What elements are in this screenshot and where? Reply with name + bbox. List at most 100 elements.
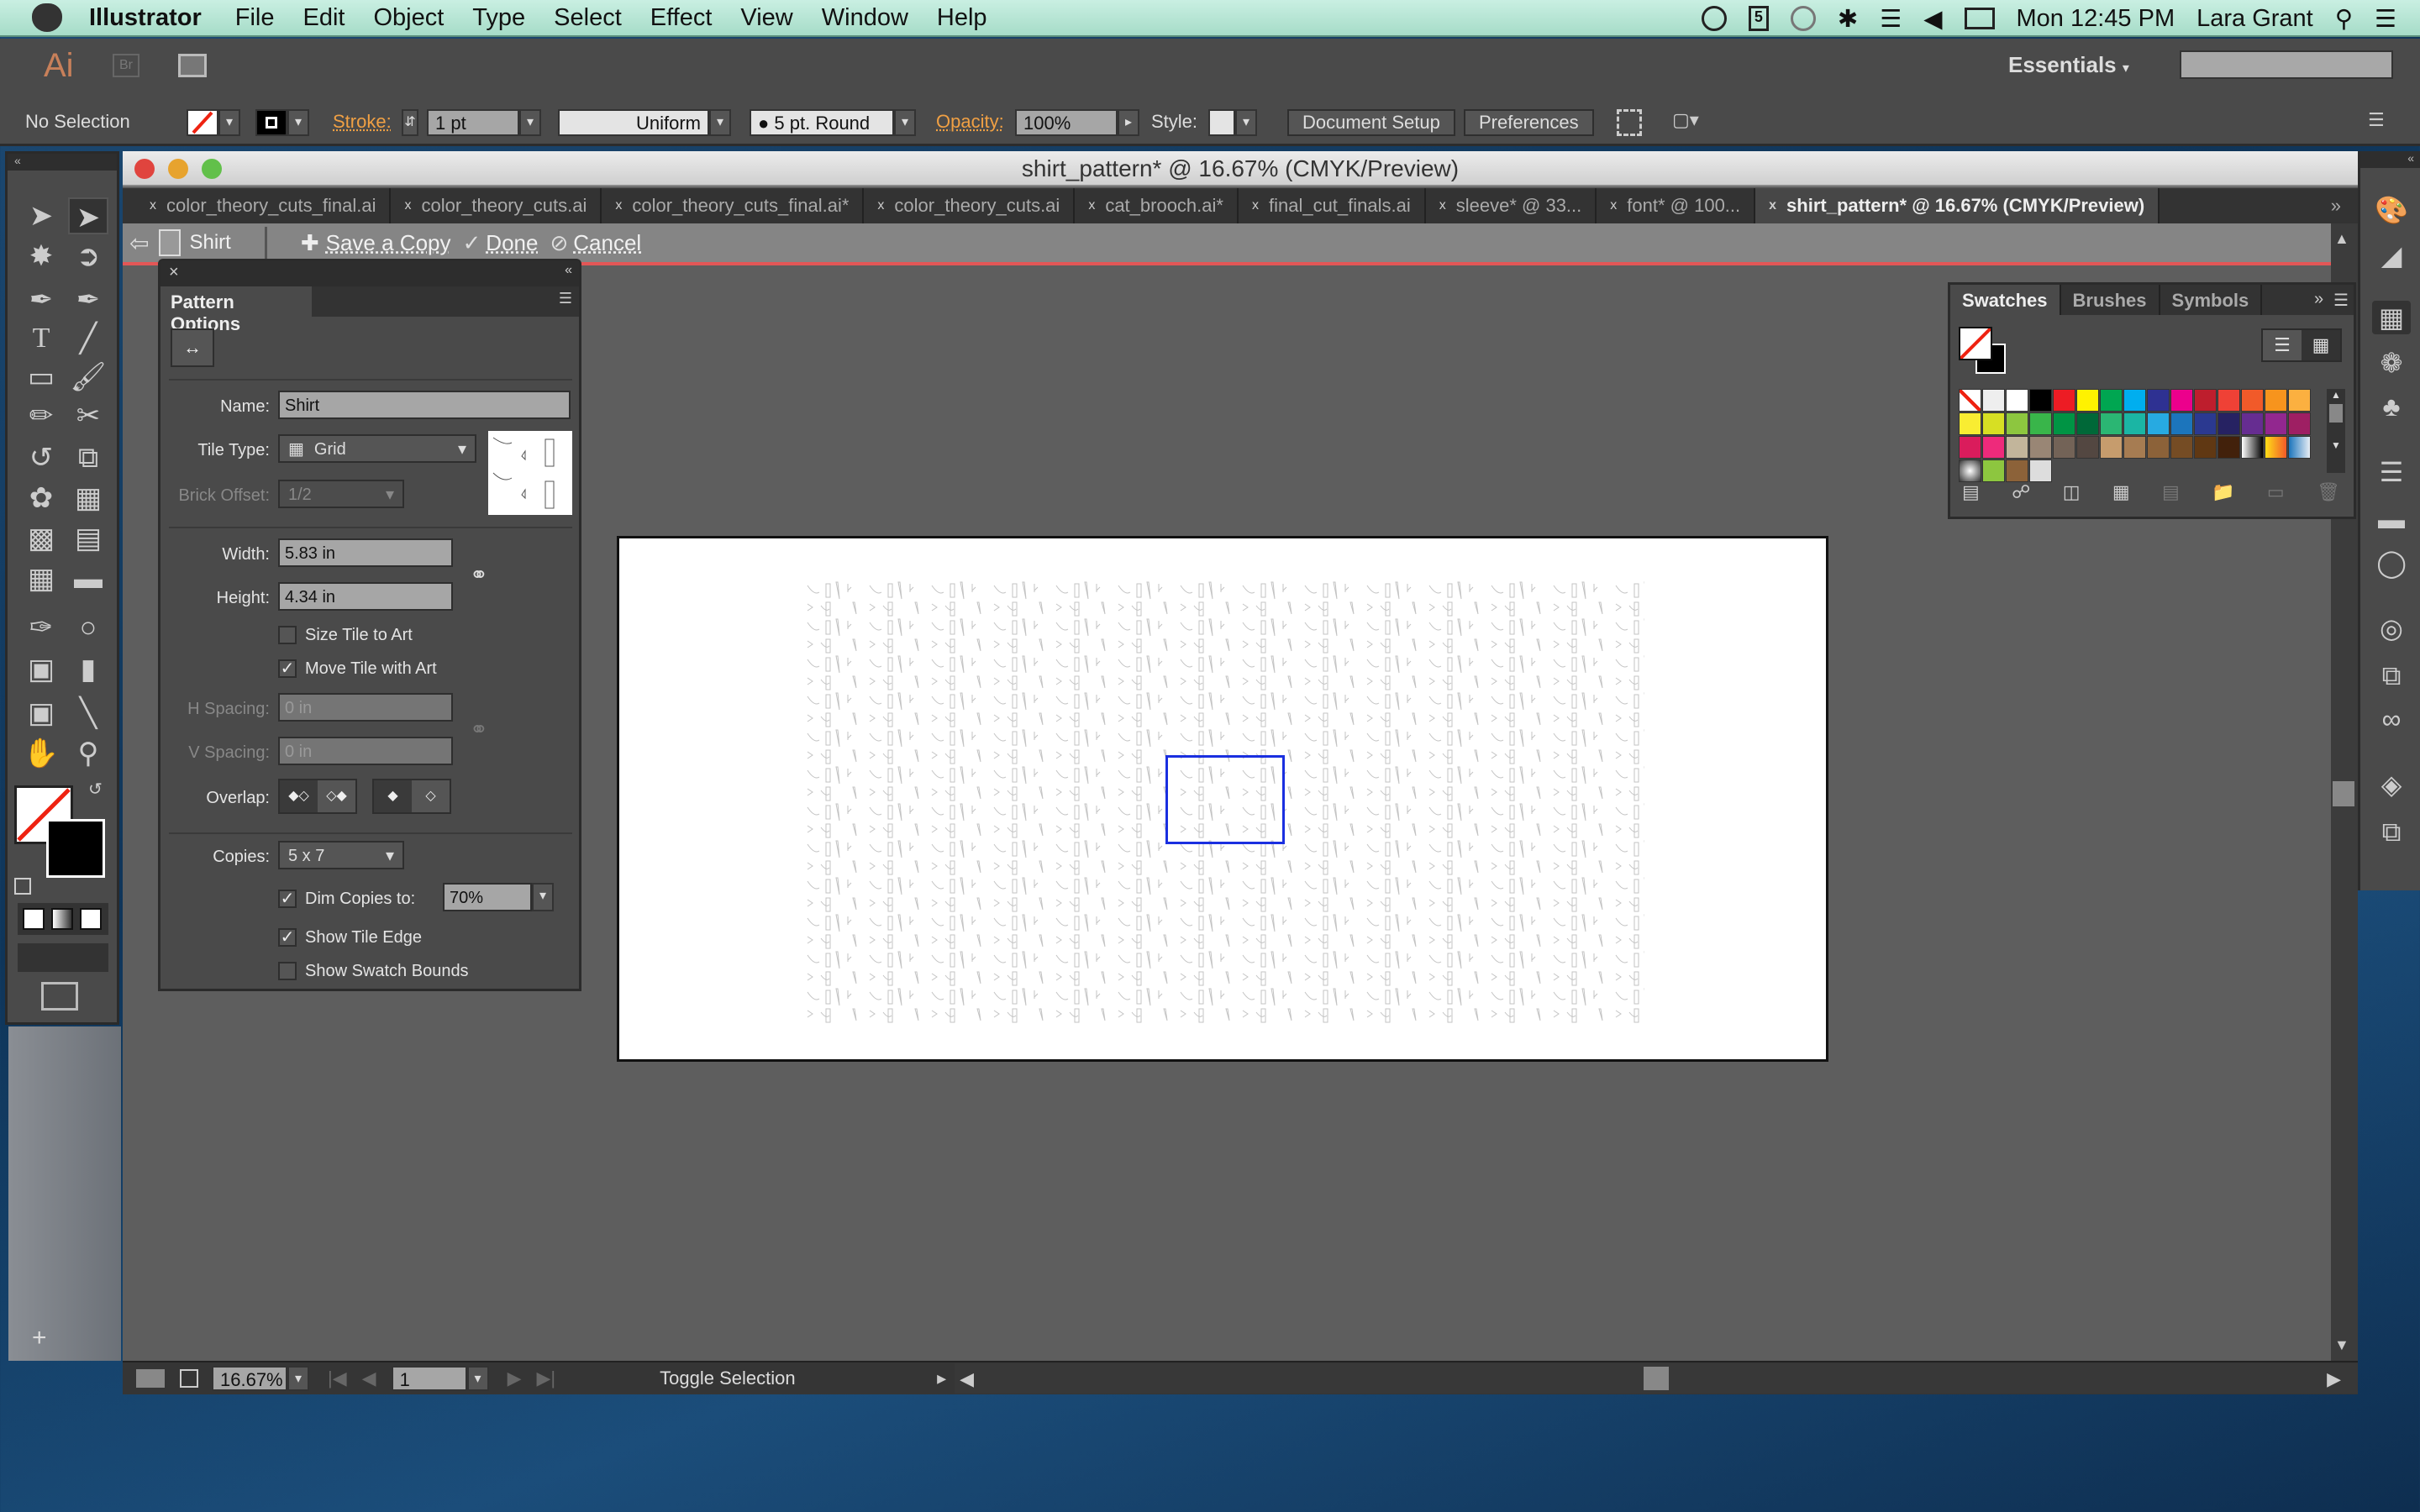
swatch-color[interactable] [2029, 412, 2052, 435]
swatch-color[interactable] [1959, 436, 1981, 459]
swatch-color[interactable] [2170, 389, 2193, 412]
tab-cat-brooch[interactable]: x cat_brooch.ai* [1075, 188, 1239, 223]
brush-definition[interactable]: ● 5 pt. Round [750, 109, 894, 136]
new-color-group-icon[interactable]: 📁 [2212, 481, 2234, 507]
symbols-panel-icon[interactable]: ♣ [2372, 390, 2411, 423]
user-name[interactable]: Lara Grant [2196, 5, 2313, 33]
swatch-color[interactable] [1982, 436, 2005, 459]
swatch-color[interactable] [2194, 389, 2217, 412]
swatch-color[interactable] [2123, 436, 2146, 459]
name-field[interactable]: Shirt [278, 391, 571, 419]
swatch-color[interactable] [2265, 389, 2287, 412]
bottom-in-front-icon[interactable]: ◇ [412, 780, 450, 812]
color-panel-icon[interactable]: 🎨 [2372, 193, 2411, 227]
swatch-color[interactable] [2006, 389, 2028, 412]
pattern-tile-edge[interactable] [1165, 755, 1285, 844]
show-swatch-bounds-checkbox[interactable] [278, 962, 297, 980]
swatch-color[interactable] [2053, 436, 2075, 459]
panel-menu-icon[interactable]: ☰ [2328, 285, 2354, 315]
tab-color-theory-cuts-2[interactable]: x color_theory_cuts.ai [864, 188, 1076, 223]
isolate-selection-icon[interactable]: ▢▾ [1672, 109, 1699, 136]
fill-none-swatch[interactable] [1959, 327, 1992, 360]
mesh-tool-icon[interactable]: ▦ [21, 560, 61, 597]
status-text[interactable]: Toggle Selection [660, 1368, 912, 1389]
swap-colors-icon[interactable]: ↺ [88, 779, 103, 800]
html5-icon[interactable]: 5 [1748, 6, 1769, 31]
minimize-window-button[interactable] [168, 159, 188, 179]
collapse-panel-icon[interactable]: « [565, 263, 572, 278]
artboard-number-field[interactable]: 1 [391, 1366, 467, 1391]
opacity-arrow[interactable]: ▸ [1118, 109, 1139, 136]
swatch-gradient[interactable] [2265, 436, 2287, 459]
swatch-color[interactable] [2217, 389, 2240, 412]
tab-sleeve[interactable]: x sleeve* @ 33... [1426, 188, 1597, 223]
layers-panel-icon[interactable]: ◈ [2372, 768, 2411, 801]
pen-tool-icon[interactable]: ✒ [21, 281, 61, 318]
blend-tool-icon[interactable]: ○ [68, 609, 108, 646]
variable-width-profile[interactable]: Uniform [558, 109, 709, 136]
artboard-tool-icon[interactable]: ▣ [21, 695, 61, 732]
gradient-tool-icon[interactable]: ▬ [68, 560, 108, 597]
save-a-copy-button[interactable]: Save a Copy [326, 230, 451, 256]
creative-cloud-icon[interactable] [1701, 6, 1727, 31]
swatch-pattern[interactable] [2029, 459, 2052, 482]
scissors-tool-icon[interactable]: ✂ [68, 397, 108, 434]
menu-app[interactable]: Illustrator [89, 4, 202, 32]
swatches-panel-icon[interactable]: ▦ [2372, 301, 2411, 334]
close-window-button[interactable] [134, 159, 155, 179]
line-tool-icon[interactable]: ╱ [68, 320, 108, 357]
artboard[interactable] [617, 536, 1828, 1062]
cc-library-folder-icon[interactable]: ◫ [2063, 481, 2081, 507]
bluetooth-icon[interactable]: ✱ [1838, 4, 1858, 34]
stroke-dropdown[interactable]: ▾ [287, 109, 309, 136]
swatch-color[interactable] [2006, 412, 2028, 435]
volume-icon[interactable]: ◀ [1923, 4, 1942, 34]
swatch-gradient[interactable] [2288, 436, 2311, 459]
apple-menu-icon[interactable] [32, 3, 62, 32]
close-panel-icon[interactable]: × [169, 263, 179, 282]
column-graph-tool-icon[interactable]: ▮ [68, 651, 108, 688]
copies-select[interactable]: 5 x 7 ▾ [278, 841, 404, 869]
tab-shirt-pattern[interactable]: x shirt_pattern* @ 16.67% (CMYK/Preview) [1755, 188, 2160, 223]
shape-builder-tool-icon[interactable]: ▩ [21, 520, 61, 557]
swatch-pattern[interactable] [1959, 459, 1981, 482]
color-guide-icon[interactable]: ◢ [2372, 239, 2411, 272]
perspective-grid-tool-icon[interactable]: ▤ [68, 520, 108, 557]
scroll-left-icon[interactable]: ◀ [960, 1368, 974, 1390]
scale-tool-icon[interactable]: ⧉ [68, 439, 108, 476]
graphic-style-swatch[interactable] [1208, 109, 1235, 136]
puppet-warp-tool-icon[interactable]: ✿ [21, 480, 61, 517]
swatch-color[interactable] [2147, 436, 2170, 459]
previous-artboard-icon[interactable]: ◀ [362, 1368, 376, 1389]
height-field[interactable]: 4.34 in [278, 582, 453, 611]
symbol-sprayer-tool-icon[interactable]: ▣ [21, 651, 61, 688]
tab-color-theory-cuts[interactable]: x color_theory_cuts.ai [391, 188, 602, 223]
close-tab-icon[interactable]: x [404, 198, 411, 213]
curvature-tool-icon[interactable]: ✒ [68, 281, 108, 318]
swatch-registration[interactable] [1982, 389, 2005, 412]
time-machine-icon[interactable] [1790, 6, 1816, 31]
swatch-color[interactable] [2006, 436, 2028, 459]
swatch-color[interactable] [2123, 412, 2146, 435]
swatch-color[interactable] [2053, 412, 2075, 435]
settings-toggle-icon[interactable] [136, 1369, 165, 1388]
wifi-icon[interactable]: ☰ [1880, 4, 1902, 34]
tab-color-theory-cuts-final-modified[interactable]: x color_theory_cuts_final.ai* [602, 188, 865, 223]
lasso-tool-icon[interactable]: ➲ [68, 238, 108, 275]
brush-dropdown[interactable]: ▾ [894, 109, 916, 136]
zoom-level-field[interactable]: 16.67% [212, 1366, 287, 1391]
fill-swatch[interactable] [187, 109, 218, 136]
preferences-button[interactable]: Preferences [1464, 109, 1594, 136]
tab-font[interactable]: x font* @ 100... [1597, 188, 1756, 223]
rectangle-tool-icon[interactable]: ▭ [21, 359, 61, 396]
tab-symbols[interactable]: Symbols [2160, 285, 2263, 315]
opacity-field[interactable]: 100% [1015, 109, 1118, 136]
bridge-button[interactable]: Br [113, 54, 139, 77]
left-in-front-icon[interactable]: ◆◇ [280, 780, 318, 812]
next-artboard-icon[interactable]: ▶ [508, 1368, 522, 1389]
swatch-color[interactable] [2147, 412, 2170, 435]
first-artboard-icon[interactable]: |◀ [328, 1368, 347, 1389]
artboards-panel-icon[interactable]: ⧉ [2372, 815, 2411, 848]
swatch-color[interactable] [2217, 412, 2240, 435]
swatch-gradient[interactable] [2241, 436, 2264, 459]
